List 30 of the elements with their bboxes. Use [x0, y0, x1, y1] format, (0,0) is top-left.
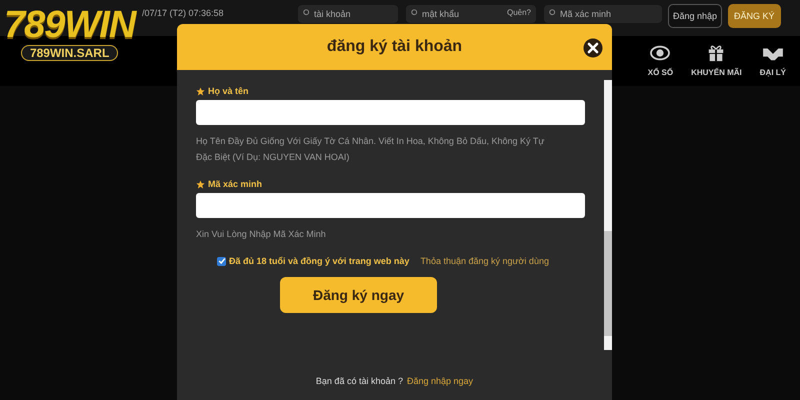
footer-text: Bạn đã có tài khoản ?: [316, 376, 403, 386]
date-time: /07/17 (T2) 07:36:58: [142, 8, 225, 18]
circle-icon: [303, 9, 311, 17]
input-field[interactable]: [196, 100, 585, 125]
dialog-title: đăng ký tài khoản: [326, 38, 462, 56]
terms-link[interactable]: Thỏa thuận đăng ký người dùng: [420, 256, 549, 266]
help-text: Họ Tên Đầy Đủ Giống Với Giấy Tờ Cá Nhân. Viết In Hoa, Không Bỏ Dấu, Không Ký Tự Đặc Biệt (Ví Dụ: NGUYEN VAN HOAI): [196, 135, 546, 164]
register-now-button[interactable]: Đăng ký ngay: [280, 277, 437, 313]
checkbox[interactable]: [217, 256, 226, 266]
scrollbar[interactable]: [604, 80, 612, 350]
nav-link[interactable]: KHUYẾN MÃI: [691, 68, 742, 77]
text-field[interactable]: Mã xác minh: [544, 5, 662, 23]
register-button[interactable]: ĐĂNG KÝ: [728, 4, 781, 28]
help-text: Xin Vui Lòng Nhập Mã Xác Minh: [196, 228, 327, 241]
forgot-link[interactable]: Quên?: [506, 8, 531, 17]
nav-link[interactable]: XỔ SỐ: [648, 68, 674, 77]
text-field[interactable]: tài khoản: [298, 5, 398, 23]
field-label: Họ và tên: [208, 86, 249, 96]
logo[interactable]: 789WIN 789WIN.SARL: [4, 6, 136, 61]
circle-icon: [411, 9, 419, 17]
login-button[interactable]: Đăng nhập: [668, 4, 722, 28]
circle-icon: [549, 9, 557, 17]
agreement-text: Đã đủ 18 tuổi và đồng ý với trang web này: [229, 256, 410, 266]
login-link[interactable]: Đăng nhập ngay: [407, 376, 474, 386]
nav-link[interactable]: ĐẠI LÝ: [760, 68, 786, 77]
input-field[interactable]: [196, 193, 585, 218]
close-button[interactable]: [583, 38, 603, 58]
star-icon: [196, 180, 205, 188]
star-icon: [196, 86, 205, 96]
field-label: Mã xác minh: [208, 179, 262, 189]
